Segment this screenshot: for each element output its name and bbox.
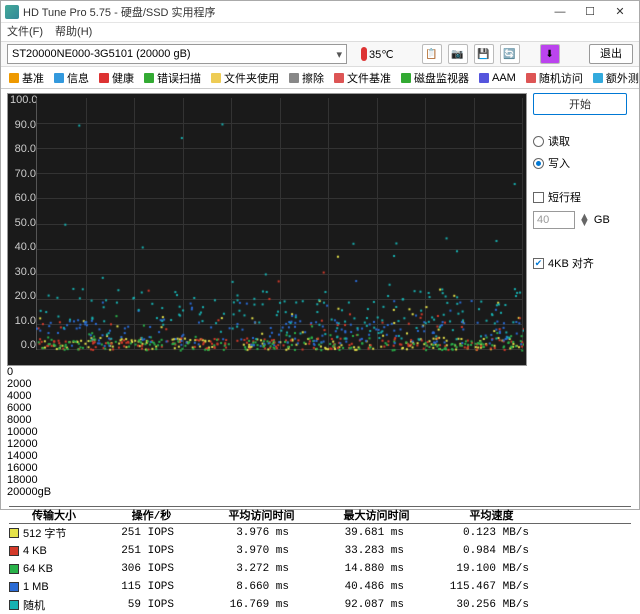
exit-button[interactable]: 退出 [589, 44, 633, 64]
aam-icon [479, 73, 489, 83]
tab-random[interactable]: 随机访问 [526, 70, 583, 86]
4kb-align-check[interactable]: ✔4KB 对齐 [533, 255, 627, 271]
table-row: 随机59 IOPS16.769 ms92.087 ms30.256 MB/s [9, 596, 631, 614]
chevron-down-icon: ▾ [336, 48, 342, 61]
radio-icon [533, 136, 544, 147]
spinner-arrows-icon[interactable]: ▲▼ [579, 214, 590, 226]
titlebar: HD Tune Pro 5.75 - 硬盘/SSD 实用程序 — ☐ ✕ [1, 1, 639, 23]
extra-icon [593, 73, 603, 83]
drive-select-value: ST20000NE000-3G5101 (20000 gB) [12, 48, 191, 60]
radio-icon [533, 158, 544, 169]
menu-help[interactable]: 帮助(H) [55, 23, 92, 41]
window-title: HD Tune Pro 5.75 - 硬盘/SSD 实用程序 [23, 4, 545, 20]
screenshot-button[interactable]: 📷 [448, 44, 468, 64]
erase-icon [289, 73, 299, 83]
tab-extra[interactable]: 额外测试 [593, 70, 639, 86]
legend-swatch [9, 528, 19, 538]
tab-aam[interactable]: AAM [479, 72, 516, 84]
table-row: 4 KB251 IOPS3.970 ms33.283 ms0.984 MB/s [9, 542, 631, 560]
maximize-button[interactable]: ☐ [575, 2, 605, 22]
app-icon [5, 5, 19, 19]
tab-diskmon[interactable]: 磁盘监视器 [401, 70, 469, 86]
short-stroke-value[interactable]: 40 ▲▼ GB [533, 211, 627, 229]
tab-erase[interactable]: 擦除 [289, 70, 324, 86]
folder-icon [211, 73, 221, 83]
tab-benchmark[interactable]: 基准 [9, 70, 44, 86]
refresh-button[interactable]: 🔄 [500, 44, 520, 64]
health-icon [99, 73, 109, 83]
minimize-button[interactable]: — [545, 2, 575, 22]
scan-icon [144, 73, 154, 83]
results-table: 传输大小 操作/秒 平均访问时间 最大访问时间 平均速度 512 字节251 I… [9, 506, 631, 614]
side-panel: 开始 读取 写入 短行程 40 ▲▼ GB ✔4KB 对齐 [533, 93, 627, 498]
table-row: 512 字节251 IOPS3.976 ms39.681 ms0.123 MB/… [9, 524, 631, 542]
menubar: 文件(F) 帮助(H) [1, 23, 639, 41]
info-icon [54, 73, 64, 83]
random-icon [526, 73, 536, 83]
tab-info[interactable]: 信息 [54, 70, 89, 86]
menu-file[interactable]: 文件(F) [7, 23, 43, 41]
thermometer-icon [361, 47, 367, 61]
tabs: 基准 信息 健康 错误扫描 文件夹使用 擦除 文件基准 磁盘监视器 AAM 随机… [1, 67, 639, 89]
file-icon [334, 73, 344, 83]
gauge-icon [9, 73, 19, 83]
table-row: 64 KB306 IOPS3.272 ms14.880 ms19.100 MB/… [9, 560, 631, 578]
legend-swatch [9, 564, 19, 574]
chart-x-axis: 0200040006000800010000120001400016000180… [7, 366, 527, 498]
temperature-display: 35℃ [361, 47, 394, 61]
temperature-value: 35℃ [369, 48, 394, 61]
scatter-chart: 100.090.080.070.060.050.040.030.020.010.… [7, 93, 527, 366]
write-radio[interactable]: 写入 [533, 155, 627, 171]
checkbox-icon [533, 192, 544, 203]
legend-swatch [9, 600, 19, 610]
read-radio[interactable]: 读取 [533, 133, 627, 149]
action-button[interactable]: ⬇ [540, 44, 560, 64]
checkbox-icon: ✔ [533, 258, 544, 269]
short-stroke-check[interactable]: 短行程 [533, 189, 627, 205]
save-button[interactable]: 💾 [474, 44, 494, 64]
legend-swatch [9, 546, 19, 556]
start-button[interactable]: 开始 [533, 93, 627, 115]
drive-select[interactable]: ST20000NE000-3G5101 (20000 gB) ▾ [7, 44, 347, 64]
copy-button[interactable]: 📋 [422, 44, 442, 64]
legend-swatch [9, 582, 19, 592]
tab-folderusage[interactable]: 文件夹使用 [211, 70, 279, 86]
toolbar: ST20000NE000-3G5101 (20000 gB) ▾ 35℃ 📋 📷… [1, 41, 639, 67]
close-button[interactable]: ✕ [605, 2, 635, 22]
table-row: 1 MB115 IOPS8.660 ms40.486 ms115.467 MB/… [9, 578, 631, 596]
tab-health[interactable]: 健康 [99, 70, 134, 86]
monitor-icon [401, 73, 411, 83]
table-header: 传输大小 操作/秒 平均访问时间 最大访问时间 平均速度 [9, 506, 631, 524]
tab-filebench[interactable]: 文件基准 [334, 70, 391, 86]
tab-errorscan[interactable]: 错误扫描 [144, 70, 201, 86]
